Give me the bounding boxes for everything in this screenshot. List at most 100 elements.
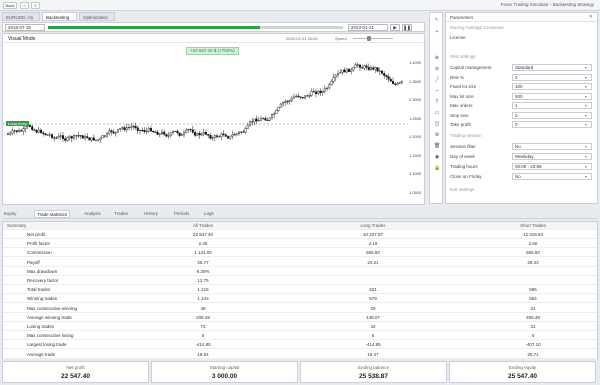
chevron-down-icon[interactable]: ▾ [585, 164, 587, 169]
camera-icon[interactable]: ◉ [434, 154, 440, 160]
line-icon[interactable]: ╱ [434, 77, 440, 83]
chevron-down-icon[interactable]: ▾ [585, 94, 587, 99]
chevron-down-icon[interactable]: ▾ [585, 65, 587, 70]
candle-body [284, 101, 287, 103]
candle-body [51, 134, 54, 138]
candle-body [68, 136, 71, 139]
table-cell: 4 [531, 333, 535, 339]
chevron-down-icon[interactable]: ▾ [585, 103, 587, 108]
price-chart[interactable]: Visual Mode 2023-01-21 00:00 Speed +22 5… [2, 33, 425, 205]
param-label: Max orders [450, 103, 473, 108]
candle-body [400, 81, 403, 83]
candle-body [193, 132, 196, 136]
table-cell: Net profit [27, 232, 46, 237]
end-date-input[interactable]: 2023-01-21 [348, 24, 388, 31]
zoom-out-icon[interactable]: ⊖ [434, 66, 440, 72]
param-input[interactable]: 100 [512, 83, 592, 90]
candle-body [365, 65, 368, 68]
candle-body [123, 127, 126, 131]
chevron-down-icon[interactable]: ▾ [585, 75, 587, 80]
candle-body [248, 121, 251, 126]
chevron-down-icon[interactable]: ▾ [585, 154, 587, 159]
candle-body [90, 137, 93, 141]
menu-icon[interactable]: ≡ [31, 2, 40, 9]
table-cell: 73 [200, 324, 206, 329]
param-label: Close on Friday [450, 174, 482, 179]
chevron-down-icon[interactable]: ▾ [585, 144, 587, 149]
candle-body [328, 84, 331, 89]
summary-card: Starting capital 3 000.00 [151, 361, 298, 383]
candle-body [273, 113, 276, 115]
candle-body [189, 129, 192, 131]
trash-icon[interactable]: 🗑 [434, 143, 440, 149]
gear-icon[interactable]: ⚙ [434, 132, 440, 138]
table-cell: 5 [371, 333, 375, 339]
tab-symbol[interactable]: EURUSD, H1 [2, 12, 40, 21]
chevron-down-icon[interactable]: ▾ [585, 122, 587, 127]
candle-body [94, 139, 97, 141]
result-tab[interactable]: Logs [204, 210, 214, 218]
summary-value: 22 547.40 [61, 373, 90, 380]
chevron-down-icon[interactable]: ▾ [585, 174, 587, 179]
candle-body [44, 133, 47, 136]
candle-body [323, 88, 326, 92]
param-input[interactable]: 1 [512, 102, 592, 109]
tab-backtesting[interactable]: Backtesting [42, 12, 77, 21]
table-cell: 20.71 [527, 351, 539, 357]
result-tab[interactable]: Trade statistics [34, 210, 71, 218]
ruler-icon[interactable]: ▭ [434, 110, 440, 116]
param-input[interactable]: 0 [512, 111, 592, 119]
result-tab[interactable]: Trades [114, 210, 128, 218]
param-input[interactable]: 500 [512, 92, 592, 100]
candle-body [308, 95, 311, 97]
pause-icon[interactable]: ❚❚ [402, 24, 412, 31]
zoom-in-icon[interactable]: ⊕ [434, 55, 440, 61]
eraser-icon[interactable]: ◫ [434, 121, 440, 127]
candle-body [99, 137, 102, 140]
result-tab[interactable]: Analysis [84, 210, 101, 218]
hline-icon[interactable]: ─ [434, 88, 440, 94]
param-input[interactable]: No [512, 173, 592, 180]
param-input[interactable]: 2 [512, 73, 592, 81]
speed-slider[interactable] [353, 36, 393, 41]
crosshair-icon[interactable]: + [434, 29, 440, 35]
cursor-icon[interactable]: ↖ [434, 17, 440, 23]
table-cell: 12 319.83 [522, 232, 544, 237]
param-input[interactable]: 0 [512, 121, 592, 128]
candle-body [121, 127, 124, 129]
result-tab[interactable]: History [144, 210, 158, 218]
text-icon[interactable]: T [434, 99, 440, 105]
tab-optimization[interactable]: Optimization [79, 12, 115, 21]
price-axis-label: 1.0500 [409, 189, 422, 195]
params-header: Parameters ✕ [446, 13, 597, 22]
chevron-down-icon[interactable]: ▾ [585, 84, 587, 89]
param-input[interactable]: Standard [512, 64, 592, 71]
home-icon[interactable]: ⌂ [20, 2, 29, 9]
candle-body [57, 136, 60, 139]
column-header: Short Trades [520, 223, 546, 228]
lock-icon[interactable]: 🔒 [434, 165, 440, 171]
table-cell: 18.54 [197, 351, 209, 357]
summary-label: Ending equity [508, 365, 537, 370]
result-tab[interactable]: Equity [4, 210, 17, 218]
candle-body [339, 72, 342, 74]
table-header: Summary All Trades Long Trades Short Trades [3, 222, 597, 230]
candle-body [244, 128, 247, 133]
candle-body [81, 135, 84, 139]
candle-body [293, 96, 296, 99]
candle-body [55, 137, 58, 139]
param-input[interactable]: Weekday [512, 153, 592, 160]
result-tab[interactable]: Periods [174, 210, 189, 218]
play-icon[interactable]: ▶ [390, 24, 400, 31]
speed-slider-handle[interactable] [367, 36, 371, 41]
back-button[interactable]: Back [3, 2, 17, 9]
table-cell: -414.85 [365, 342, 381, 348]
chevron-down-icon[interactable]: ▾ [585, 113, 587, 118]
start-date-input[interactable]: 2018-07-10 [5, 24, 45, 31]
candle-body [174, 130, 177, 132]
param-input[interactable]: 00:00 - 23:59 [512, 163, 592, 170]
close-icon[interactable]: ✕ [589, 14, 593, 20]
summary-value: 3 000.00 [211, 373, 238, 380]
app-title: Forex Trading Simulator - Backtesting St… [500, 2, 594, 7]
param-input[interactable]: No [512, 143, 592, 150]
